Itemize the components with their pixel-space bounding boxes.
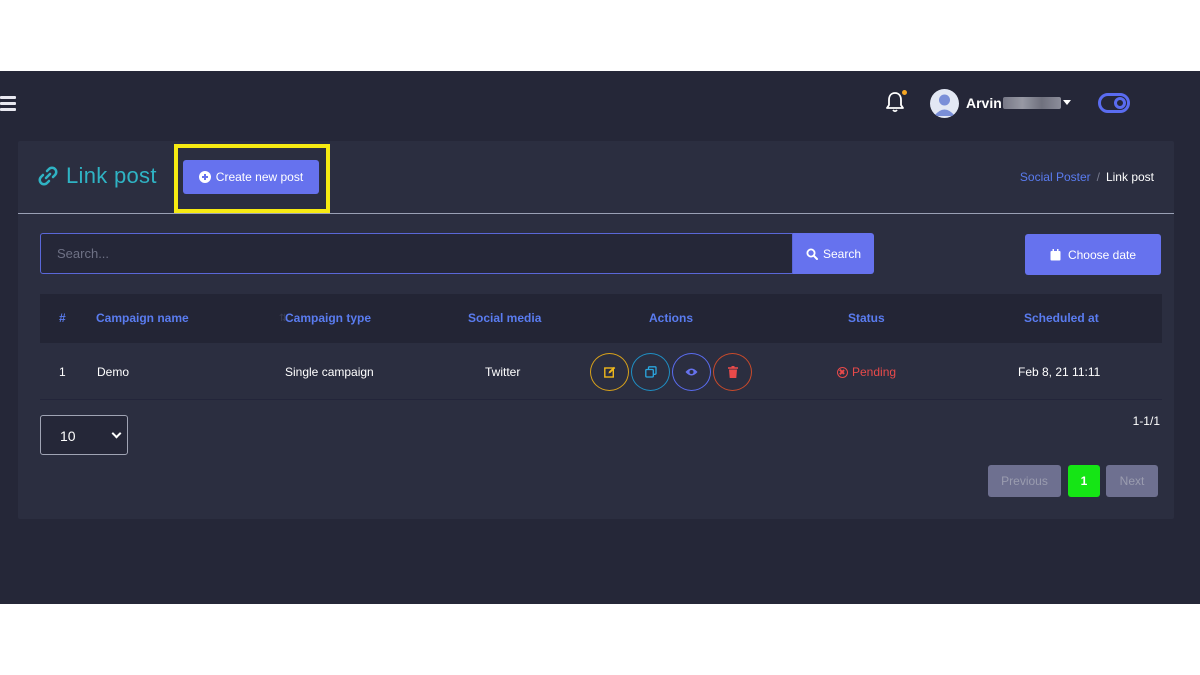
chevron-down-icon[interactable] — [1063, 100, 1071, 105]
column-header-campaign-name[interactable]: Campaign name — [96, 311, 189, 325]
link-icon — [38, 166, 58, 186]
cell-social-media: Twitter — [485, 365, 521, 379]
search-button-label: Search — [822, 246, 862, 261]
copy-button[interactable] — [631, 353, 670, 391]
column-header-scheduled-at[interactable]: Scheduled at — [1024, 311, 1099, 325]
breadcrumb-current: Link post — [1105, 170, 1154, 184]
redacted-name — [1003, 97, 1061, 109]
cell-index: 1 — [59, 365, 66, 379]
column-header-status[interactable]: Status — [848, 311, 885, 325]
create-new-post-label: Create new post — [215, 170, 304, 184]
app-window: Arvin Link post Create new post Social P… — [0, 71, 1200, 604]
user-name[interactable]: Arvin — [966, 95, 1002, 111]
column-header-actions: Actions — [649, 311, 694, 325]
choose-date-button[interactable]: Choose date — [1025, 234, 1161, 275]
create-new-post-button[interactable]: Create new post — [183, 160, 319, 194]
breadcrumb: Social Poster / Link post — [1020, 170, 1154, 184]
menu-icon[interactable] — [0, 96, 16, 111]
column-header-social-media[interactable]: Social media — [468, 311, 541, 325]
theme-toggle[interactable] — [1098, 93, 1130, 113]
trash-icon — [727, 366, 738, 378]
plus-circle-icon — [198, 171, 211, 183]
edit-icon — [603, 366, 615, 378]
page-1-button[interactable]: 1 — [1068, 465, 1100, 497]
search-button[interactable]: Search — [793, 233, 874, 274]
column-header-index: # — [59, 311, 66, 325]
chevron-down-icon — [111, 428, 122, 439]
copy-icon — [644, 366, 657, 378]
header-divider — [18, 213, 1174, 214]
search-input[interactable] — [40, 233, 793, 274]
cell-campaign-name: Demo — [97, 365, 130, 379]
view-button[interactable] — [672, 353, 711, 391]
search-icon — [806, 248, 818, 260]
cell-scheduled-at: Feb 8, 21 11:11 — [1018, 365, 1101, 379]
table-header: # Campaign name ⇅ Campaign type Social m… — [40, 294, 1162, 343]
status-label: Pending — [852, 365, 897, 379]
cell-campaign-type: Single campaign — [285, 365, 374, 379]
page-title: Link post — [66, 163, 157, 188]
calendar-icon — [1050, 248, 1061, 260]
table-row: 1 Demo Single campaign Twitter Pending F… — [40, 343, 1162, 400]
choose-date-label: Choose date — [1067, 247, 1137, 262]
user-icon — [934, 94, 955, 116]
column-header-campaign-type[interactable]: Campaign type — [285, 311, 371, 325]
pagination-range: 1-1/1 — [1132, 414, 1160, 428]
delete-button[interactable] — [713, 353, 752, 391]
eye-icon — [685, 368, 698, 376]
per-page-value: 10 — [60, 428, 76, 444]
notification-dot — [902, 90, 907, 95]
breadcrumb-link-social-poster[interactable]: Social Poster — [1020, 170, 1091, 184]
times-circle-icon — [837, 366, 848, 378]
previous-page-button[interactable]: Previous — [988, 465, 1061, 497]
next-page-button[interactable]: Next — [1106, 465, 1158, 497]
per-page-select[interactable]: 10 — [40, 415, 128, 455]
status-badge: Pending — [837, 365, 896, 379]
avatar[interactable] — [930, 89, 959, 118]
breadcrumb-separator: / — [1096, 170, 1100, 184]
top-bar: Arvin — [0, 71, 1200, 137]
content-card: Link post Create new post Social Poster /… — [18, 141, 1174, 519]
edit-button[interactable] — [590, 353, 629, 391]
